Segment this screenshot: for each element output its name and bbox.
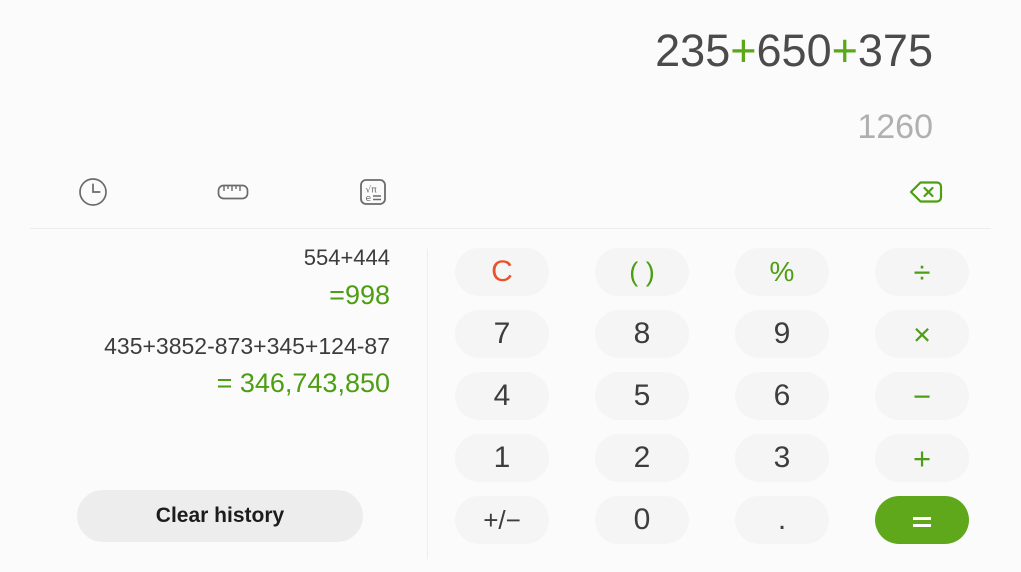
- header-divider: [30, 228, 991, 229]
- history-button[interactable]: [67, 168, 119, 220]
- digit-4-key-label: 4: [493, 379, 511, 412]
- ruler-icon: [215, 174, 251, 215]
- digit-3-key[interactable]: 3: [735, 434, 829, 482]
- digit-9-key-label: 9: [773, 317, 791, 350]
- history-panel: 554+444 =998 435+3852-873+345+124-87 = 3…: [0, 240, 427, 572]
- decimal-point-key[interactable]: .: [735, 496, 829, 544]
- backspace-button[interactable]: [900, 168, 952, 220]
- subtract-key-label: −: [912, 378, 932, 414]
- add-key-label: +: [912, 440, 932, 476]
- preview-result: 1260: [857, 108, 933, 146]
- digit-3-key-label: 3: [773, 441, 791, 474]
- svg-text:e: e: [366, 194, 372, 204]
- multiply-key[interactable]: ×: [875, 310, 969, 358]
- expression-operator: +: [831, 25, 858, 76]
- percent-key-label: %: [769, 256, 795, 287]
- equals-key[interactable]: =: [875, 496, 969, 544]
- sign-toggle-key[interactable]: +/−: [455, 496, 549, 544]
- parentheses-key-label: ( ): [629, 256, 655, 287]
- divide-key-label: ÷: [913, 254, 931, 290]
- digit-6-key[interactable]: 6: [735, 372, 829, 420]
- calculator-app: 235+650+375 1260 √π e 554+444 =998 435+3…: [0, 0, 1021, 572]
- digit-2-key[interactable]: 2: [595, 434, 689, 482]
- scientific-calculator-icon: √π e: [356, 175, 390, 214]
- digit-9-key[interactable]: 9: [735, 310, 829, 358]
- digit-5-key-label: 5: [633, 379, 651, 412]
- digit-1-key[interactable]: 1: [455, 434, 549, 482]
- percent-key[interactable]: %: [735, 248, 829, 296]
- history-item[interactable]: 554+444 =998: [0, 240, 390, 314]
- history-item[interactable]: 435+3852-873+345+124-87 = 346,743,850: [0, 328, 390, 402]
- clear-history-button[interactable]: Clear history: [77, 490, 363, 542]
- history-expression: 554+444: [303, 245, 390, 270]
- expression-operator: +: [730, 25, 757, 76]
- equals-glyph: [913, 517, 931, 527]
- clear-key[interactable]: C: [455, 248, 549, 296]
- digit-1-key-label: 1: [493, 441, 511, 474]
- parentheses-key[interactable]: ( ): [595, 248, 689, 296]
- digit-5-key[interactable]: 5: [595, 372, 689, 420]
- decimal-point-key-label: .: [777, 503, 787, 536]
- toolbar: √π e: [0, 168, 1021, 220]
- digit-6-key-label: 6: [773, 379, 791, 412]
- digit-8-key[interactable]: 8: [595, 310, 689, 358]
- panel-divider: [427, 249, 428, 559]
- expression-number: 650: [756, 25, 832, 76]
- multiply-key-label: ×: [912, 316, 932, 352]
- add-key[interactable]: +: [875, 434, 969, 482]
- subtract-key[interactable]: −: [875, 372, 969, 420]
- divide-key[interactable]: ÷: [875, 248, 969, 296]
- scientific-mode-button[interactable]: √π e: [347, 168, 399, 220]
- digit-7-key[interactable]: 7: [455, 310, 549, 358]
- digit-7-key-label: 7: [493, 317, 511, 350]
- sign-toggle-key-label: +/−: [483, 505, 521, 535]
- history-result: =998: [329, 280, 390, 310]
- digit-2-key-label: 2: [633, 441, 651, 474]
- calculator-display: 235+650+375 1260: [0, 0, 1021, 165]
- digit-4-key[interactable]: 4: [455, 372, 549, 420]
- keypad: C ( )% ÷ 7 8 9 × 4 5 6 − 1 2 3 + +/− 0. =: [455, 248, 1007, 563]
- digit-0-key[interactable]: 0: [595, 496, 689, 544]
- expression-number: 235: [655, 25, 731, 76]
- clock-icon: [77, 176, 109, 213]
- unit-converter-button[interactable]: [207, 168, 259, 220]
- digit-0-key-label: 0: [633, 503, 651, 536]
- history-result: = 346,743,850: [216, 368, 390, 398]
- backspace-icon: [907, 177, 945, 212]
- history-list: 554+444 =998 435+3852-873+345+124-87 = 3…: [0, 240, 390, 416]
- history-expression: 435+3852-873+345+124-87: [104, 333, 390, 359]
- clear-history-wrapper: Clear history: [77, 490, 363, 542]
- expression-number: 375: [857, 25, 933, 76]
- digit-8-key-label: 8: [633, 317, 651, 350]
- current-expression[interactable]: 235+650+375: [655, 25, 933, 77]
- clear-key-label: C: [491, 255, 513, 288]
